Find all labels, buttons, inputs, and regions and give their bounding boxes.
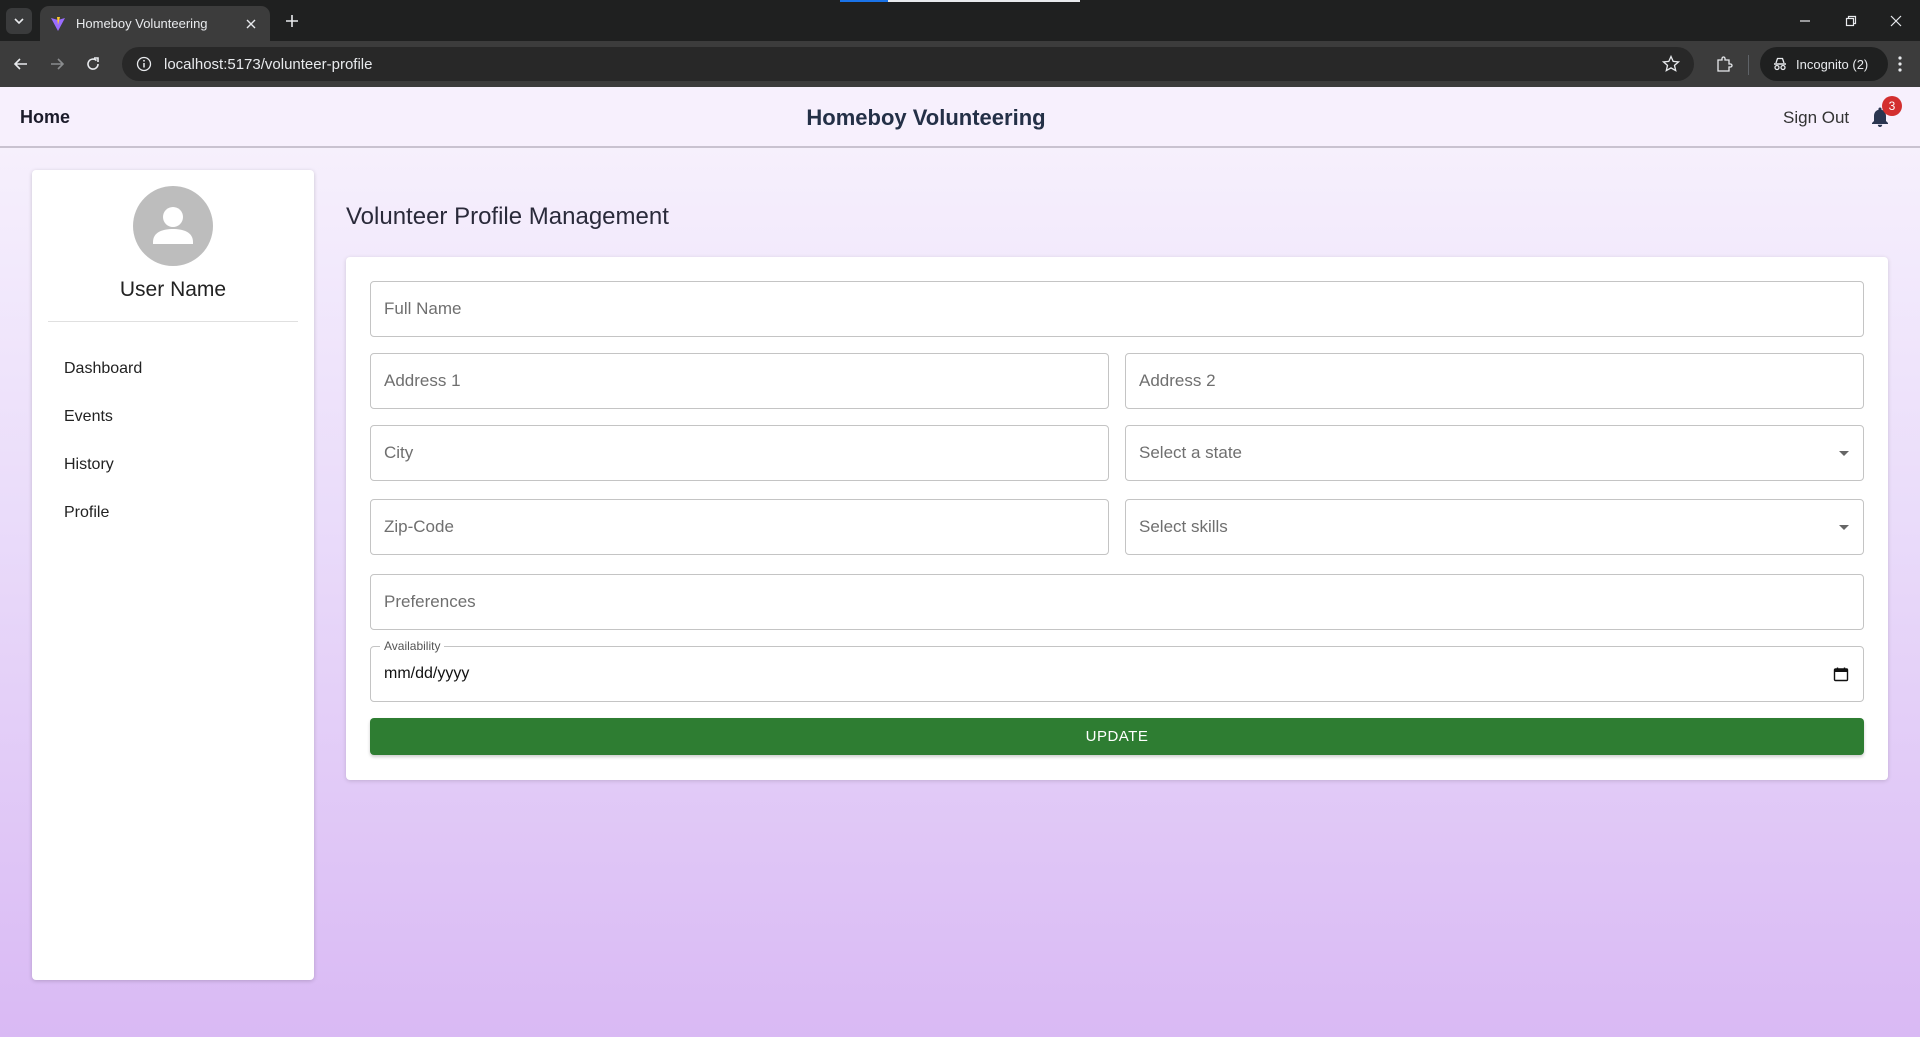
skills-placeholder: Select skills	[1139, 517, 1228, 536]
reload-icon	[87, 57, 99, 70]
sidebar-item-profile[interactable]: Profile	[64, 504, 109, 522]
availability-date-field[interactable]: Availability mm/dd/yyyy	[370, 639, 1864, 702]
notification-badge: 3	[1882, 96, 1902, 116]
user-name: User Name	[119, 278, 227, 301]
sidebar-item-dashboard[interactable]: Dashboard	[64, 360, 142, 378]
incognito-label: Incognito (2)	[1796, 56, 1869, 72]
dropdown-arrow-icon	[1839, 525, 1849, 530]
full-name-placeholder: Full Name	[384, 299, 462, 318]
app-title: Homeboy Volunteering	[806, 105, 1046, 130]
browser-tab-strip: Homeboy Volunteering	[0, 0, 1920, 41]
minimize-icon	[1800, 20, 1810, 22]
window-close-button[interactable]	[1881, 8, 1911, 34]
profile-form-card: Full Name Address 1 Address 2 City Selec…	[346, 257, 1888, 780]
chevron-down-icon	[14, 18, 24, 25]
vite-logo-icon	[51, 16, 65, 31]
tab-search-button[interactable]	[6, 8, 32, 34]
back-button[interactable]	[8, 51, 34, 77]
arrow-left-icon	[13, 58, 27, 70]
incognito-indicator[interactable]: Incognito (2)	[1760, 47, 1888, 81]
sidebar: User Name Dashboard Events History Profi…	[32, 170, 314, 980]
availability-label: Availability	[380, 639, 445, 653]
sign-out-button[interactable]: Sign Out	[1783, 108, 1849, 128]
puzzle-icon	[1717, 56, 1733, 72]
more-vertical-icon	[1898, 56, 1902, 72]
plus-icon	[286, 15, 298, 27]
state-select[interactable]: Select a state	[1125, 425, 1864, 481]
city-placeholder: City	[384, 443, 414, 462]
city-field[interactable]: City	[370, 425, 1109, 481]
address1-field[interactable]: Address 1	[370, 353, 1109, 409]
site-info-icon[interactable]	[136, 56, 152, 72]
sidebar-divider	[48, 321, 298, 322]
restore-button[interactable]	[1836, 8, 1866, 34]
preferences-placeholder: Preferences	[384, 592, 476, 611]
close-icon	[1890, 15, 1902, 27]
browser-menu-button[interactable]	[1888, 52, 1912, 76]
arrow-right-icon	[51, 58, 65, 70]
restore-icon	[1845, 15, 1857, 27]
address1-placeholder: Address 1	[384, 371, 461, 390]
toolbar-divider	[1748, 55, 1749, 75]
dropdown-arrow-icon	[1839, 451, 1849, 456]
tab-title: Homeboy Volunteering	[76, 16, 208, 31]
forward-button[interactable]	[44, 51, 70, 77]
zip-code-placeholder: Zip-Code	[384, 517, 454, 536]
bookmark-star-icon[interactable]	[1662, 55, 1680, 73]
close-icon[interactable]	[242, 15, 260, 33]
state-placeholder: Select a state	[1139, 443, 1243, 462]
address2-field[interactable]: Address 2	[1125, 353, 1864, 409]
update-button[interactable]: UPDATE	[370, 718, 1864, 755]
reload-button[interactable]	[80, 51, 106, 77]
page-title: Volunteer Profile Management	[346, 203, 669, 230]
tab-strip-accent	[888, 0, 1080, 2]
browser-tab[interactable]: Homeboy Volunteering	[40, 6, 270, 41]
calendar-icon[interactable]	[1833, 666, 1849, 682]
incognito-icon	[1774, 57, 1786, 71]
address2-placeholder: Address 2	[1139, 371, 1216, 390]
new-tab-button[interactable]	[280, 9, 304, 33]
skills-select[interactable]: Select skills	[1125, 499, 1864, 555]
person-icon	[153, 207, 193, 244]
zip-code-field[interactable]: Zip-Code	[370, 499, 1109, 555]
browser-toolbar: localhost:5173/volunteer-profile Incogni…	[0, 41, 1920, 87]
url-text[interactable]: localhost:5173/volunteer-profile	[164, 56, 372, 73]
tab-strip-accent	[840, 0, 888, 2]
app-root: Home Homeboy Volunteering Sign Out 3 Use…	[0, 87, 1920, 1037]
sidebar-item-history[interactable]: History	[64, 456, 114, 474]
app-header: Home Homeboy Volunteering Sign Out 3	[0, 87, 1920, 148]
address-bar[interactable]: localhost:5173/volunteer-profile	[122, 47, 1694, 81]
preferences-field[interactable]: Preferences	[370, 574, 1864, 630]
full-name-field[interactable]: Full Name	[370, 281, 1864, 337]
extensions-button[interactable]	[1712, 52, 1736, 76]
sidebar-item-events[interactable]: Events	[64, 408, 113, 426]
avatar	[133, 186, 213, 266]
availability-value: mm/dd/yyyy	[384, 665, 470, 682]
minimize-button[interactable]	[1790, 8, 1820, 34]
